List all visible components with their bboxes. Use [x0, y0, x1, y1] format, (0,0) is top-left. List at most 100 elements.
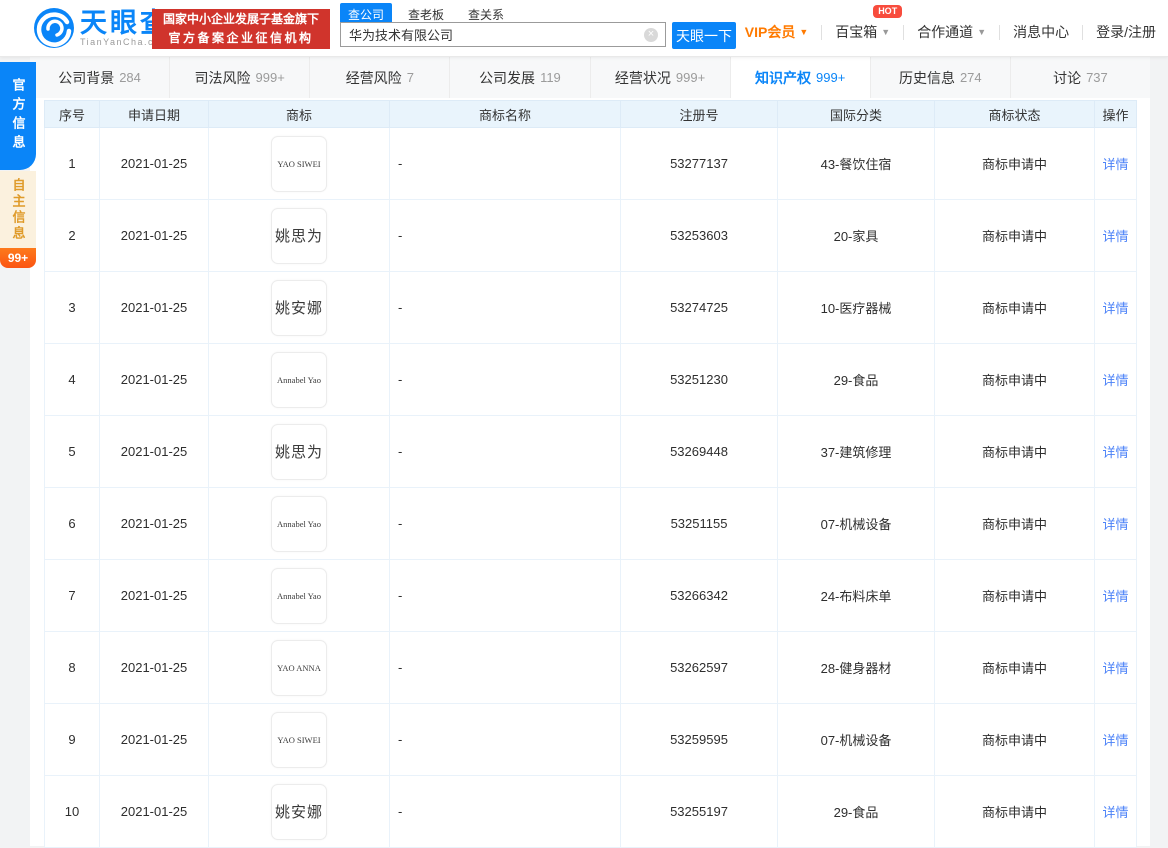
trademark-image[interactable]: 姚安娜 — [271, 783, 327, 840]
row-trademark-cell: YAO ANNA — [208, 631, 390, 704]
trademark-image[interactable]: Annabel Yao — [271, 567, 327, 624]
row-status: 商标申请中 — [934, 487, 1095, 560]
tab-operating-status[interactable]: 经营状况 999+ — [591, 57, 731, 98]
row-intl-class: 37-建筑修理 — [777, 415, 935, 488]
tab-discussion[interactable]: 讨论 737 — [1011, 57, 1150, 98]
detail-link[interactable]: 详情 — [1102, 661, 1128, 676]
table-row: 9 2021-01-25 YAO SIWEI - 53259595 07-机械设… — [44, 703, 1137, 776]
menu-divider — [999, 24, 1001, 40]
col-header-trademark-name: 商标名称 — [389, 100, 621, 128]
chevron-down-icon: ▼ — [881, 27, 891, 37]
row-reg-number: 53269448 — [620, 415, 778, 488]
row-apply-date: 2021-01-25 — [99, 631, 209, 704]
tab-company-development[interactable]: 公司发展 119 — [450, 57, 591, 98]
row-trademark-cell: Annabel Yao — [208, 559, 390, 632]
sidebar-tab-official-info[interactable]: 官方信息 — [0, 62, 36, 170]
row-trademark-name: - — [389, 271, 621, 344]
detail-link[interactable]: 详情 — [1102, 157, 1128, 172]
tab-judicial-risk[interactable]: 司法风险 999+ — [170, 57, 311, 98]
row-apply-date: 2021-01-25 — [99, 343, 209, 416]
detail-link[interactable]: 详情 — [1102, 733, 1128, 748]
tianyancha-eye-icon — [34, 8, 74, 48]
search-input[interactable] — [340, 22, 666, 47]
menu-divider — [1082, 24, 1084, 40]
trademark-image[interactable]: Annabel Yao — [271, 351, 327, 408]
row-intl-class: 10-医疗器械 — [777, 271, 935, 344]
row-trademark-cell: YAO SIWEI — [208, 703, 390, 776]
row-index: 7 — [44, 559, 100, 632]
trademark-image[interactable]: YAO ANNA — [271, 639, 327, 696]
row-reg-number: 53253603 — [620, 199, 778, 272]
trademark-image[interactable]: Annabel Yao — [271, 495, 327, 552]
row-trademark-cell: Annabel Yao — [208, 487, 390, 560]
trademark-image[interactable]: 姚思为 — [271, 207, 327, 264]
row-index: 5 — [44, 415, 100, 488]
menu-toolbox[interactable]: 百宝箱 ▼ HOT — [835, 5, 903, 42]
self-info-count-badge[interactable]: 99+ — [0, 248, 36, 268]
row-reg-number: 53251230 — [620, 343, 778, 416]
table-row: 1 2021-01-25 YAO SIWEI - 53277137 43-餐饮住… — [44, 127, 1137, 200]
row-status: 商标申请中 — [934, 775, 1095, 848]
menu-cooperation[interactable]: 合作通道 ▼ — [917, 22, 986, 42]
table-row: 8 2021-01-25 YAO ANNA - 53262597 28-健身器材… — [44, 631, 1137, 704]
row-trademark-name: - — [389, 343, 621, 416]
gov-certification-badge: 国家中小企业发展子基金旗下 官方备案企业征信机构 — [152, 9, 330, 49]
detail-link[interactable]: 详情 — [1102, 805, 1128, 820]
search-input-wrap: × — [340, 22, 666, 47]
row-intl-class: 29-食品 — [777, 775, 935, 848]
row-apply-date: 2021-01-25 — [99, 415, 209, 488]
trademark-table-body: 1 2021-01-25 YAO SIWEI - 53277137 43-餐饮住… — [44, 127, 1137, 848]
row-trademark-name: - — [389, 487, 621, 560]
detail-link[interactable]: 详情 — [1102, 229, 1128, 244]
search-tabs: 查公司 查老板 查关系 — [340, 3, 740, 23]
detail-link[interactable]: 详情 — [1102, 445, 1128, 460]
search-button[interactable]: 天眼一下 — [672, 22, 736, 49]
row-index: 1 — [44, 127, 100, 200]
trademark-image[interactable]: 姚思为 — [271, 423, 327, 480]
detail-link[interactable]: 详情 — [1102, 301, 1128, 316]
row-intl-class: 29-食品 — [777, 343, 935, 416]
table-row: 6 2021-01-25 Annabel Yao - 53251155 07-机… — [44, 487, 1137, 560]
detail-link[interactable]: 详情 — [1102, 589, 1128, 604]
menu-messages[interactable]: 消息中心 — [1013, 22, 1069, 42]
menu-vip[interactable]: VIP会员 ▼ — [745, 22, 809, 42]
row-reg-number: 53266342 — [620, 559, 778, 632]
row-trademark-cell: 姚思为 — [208, 415, 390, 488]
search-area: 查公司 查老板 查关系 × 天眼一下 — [340, 3, 740, 49]
trademark-image[interactable]: YAO SIWEI — [271, 711, 327, 768]
tab-intellectual-property[interactable]: 知识产权 999+ — [730, 57, 871, 98]
chevron-down-icon: ▼ — [799, 27, 809, 37]
row-trademark-name: - — [389, 415, 621, 488]
detail-link[interactable]: 详情 — [1102, 517, 1128, 532]
tab-operating-risk[interactable]: 经营风险 7 — [310, 57, 451, 98]
search-tab-boss[interactable]: 查老板 — [400, 3, 452, 23]
row-apply-date: 2021-01-25 — [99, 559, 209, 632]
sidebar-tab-self-info[interactable]: 自主信息 — [0, 171, 36, 248]
menu-divider — [821, 24, 823, 40]
col-header-status: 商标状态 — [934, 100, 1095, 128]
tab-company-background[interactable]: 公司背景 284 — [30, 57, 171, 98]
trademark-image[interactable]: YAO SIWEI — [271, 135, 327, 192]
tab-history-info[interactable]: 历史信息 274 — [871, 57, 1011, 98]
menu-login-register[interactable]: 登录/注册 — [1096, 22, 1156, 42]
row-apply-date: 2021-01-25 — [99, 199, 209, 272]
row-index: 8 — [44, 631, 100, 704]
section-tabbar: 公司背景 284 司法风险 999+ 经营风险 7 公司发展 119 经营状况 999+ … — [30, 57, 1150, 98]
detail-link[interactable]: 详情 — [1102, 373, 1128, 388]
row-apply-date: 2021-01-25 — [99, 775, 209, 848]
trademark-image[interactable]: 姚安娜 — [271, 279, 327, 336]
self-info-label: 自主信息 — [10, 177, 26, 242]
row-trademark-name: - — [389, 199, 621, 272]
clear-search-icon[interactable]: × — [644, 28, 658, 42]
search-tab-company[interactable]: 查公司 — [340, 3, 393, 23]
row-apply-date: 2021-01-25 — [99, 703, 209, 776]
search-tab-relation[interactable]: 查关系 — [460, 3, 512, 23]
row-trademark-cell: 姚思为 — [208, 199, 390, 272]
tianyancha-logo[interactable]: 天眼查 TianYanCha.com — [34, 8, 170, 48]
row-index: 4 — [44, 343, 100, 416]
table-row: 2 2021-01-25 姚思为 - 53253603 20-家具 商标申请中 … — [44, 199, 1137, 272]
row-status: 商标申请中 — [934, 199, 1095, 272]
row-reg-number: 53259595 — [620, 703, 778, 776]
row-intl-class: 28-健身器材 — [777, 631, 935, 704]
row-intl-class: 20-家具 — [777, 199, 935, 272]
